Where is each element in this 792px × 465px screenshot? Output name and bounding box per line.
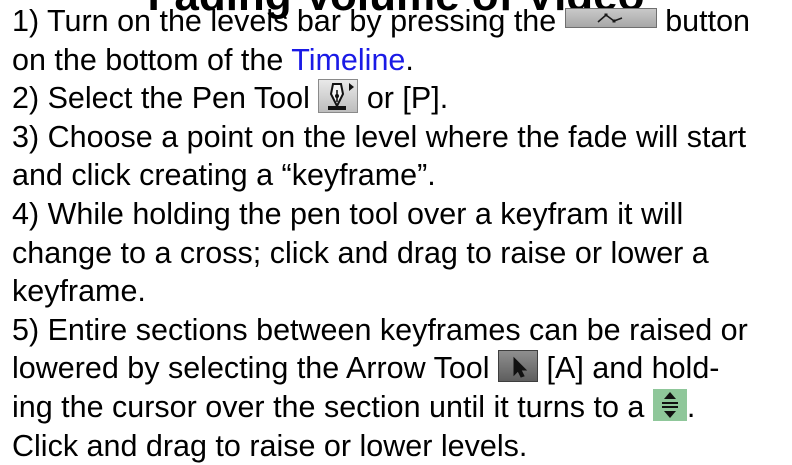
pen-tool-icon: [318, 79, 359, 114]
step-4-line-3: keyframe.: [12, 274, 146, 309]
timeline-link[interactable]: Timeline: [291, 43, 405, 77]
step-5-line-1: 5) Entire sections between keyframes can…: [12, 312, 748, 347]
step-5-line-4: Click and drag to raise or lower levels.: [12, 428, 528, 463]
step-1-text: 1) Turn on the levels bar by pressing th…: [12, 4, 557, 38]
step-3-line-1: 3) Choose a point on the level where the…: [12, 119, 747, 154]
step-1-text-end: button: [665, 4, 751, 38]
arrow-tool-icon: [498, 350, 539, 383]
step-1-period: .: [405, 42, 414, 77]
step-5-text-cont: [A] and hold-: [546, 351, 720, 386]
instruction-list: 1) Turn on the levels bar by pressing th…: [12, 2, 790, 465]
step-1-line-2: on the bottom of the Timeline.: [12, 41, 790, 80]
step-2-text: 2) Select the Pen Tool: [12, 81, 310, 116]
step-4-line-1: 4) While holding the pen tool over a key…: [12, 196, 684, 231]
levels-bar-toggle-icon: [564, 7, 657, 28]
up-down-cursor-icon: [652, 388, 687, 421]
step-1-text-cont: on the bottom of the: [12, 42, 284, 77]
step-3-line-2: and click creating a “keyframe”.: [12, 158, 436, 193]
step-5-period: .: [686, 389, 696, 424]
step-5-line-2: lowered by selecting the Arrow Tool [A] …: [12, 349, 790, 388]
step-1-line-1: 1) Turn on the levels bar by pressing th…: [12, 2, 790, 41]
step-2-text-end: or [P].: [366, 81, 449, 116]
step-5-text: lowered by selecting the Arrow Tool: [12, 351, 490, 386]
step-2-line-1: 2) Select the Pen Tool or [P].: [12, 79, 790, 118]
step-5-text-line3: ing the cursor over the section until it…: [12, 389, 645, 424]
step-4-line-2: change to a cross; click and drag to rai…: [12, 235, 709, 270]
step-5-line-3: ing the cursor over the section until it…: [12, 388, 790, 427]
